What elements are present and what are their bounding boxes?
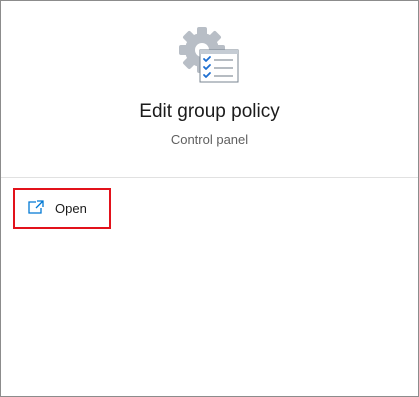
open-in-new-window-icon (27, 199, 45, 215)
search-result-panel: Edit group policy Control panel Open (0, 0, 419, 397)
divider (1, 177, 418, 178)
app-subtitle: Control panel (170, 132, 249, 147)
group-policy-icon (178, 25, 244, 87)
app-title: Edit group policy (139, 101, 280, 122)
open-action-button[interactable]: Open (13, 188, 111, 229)
open-action-label: Open (55, 201, 87, 216)
app-detail-header: Edit group policy Control panel (1, 1, 418, 177)
